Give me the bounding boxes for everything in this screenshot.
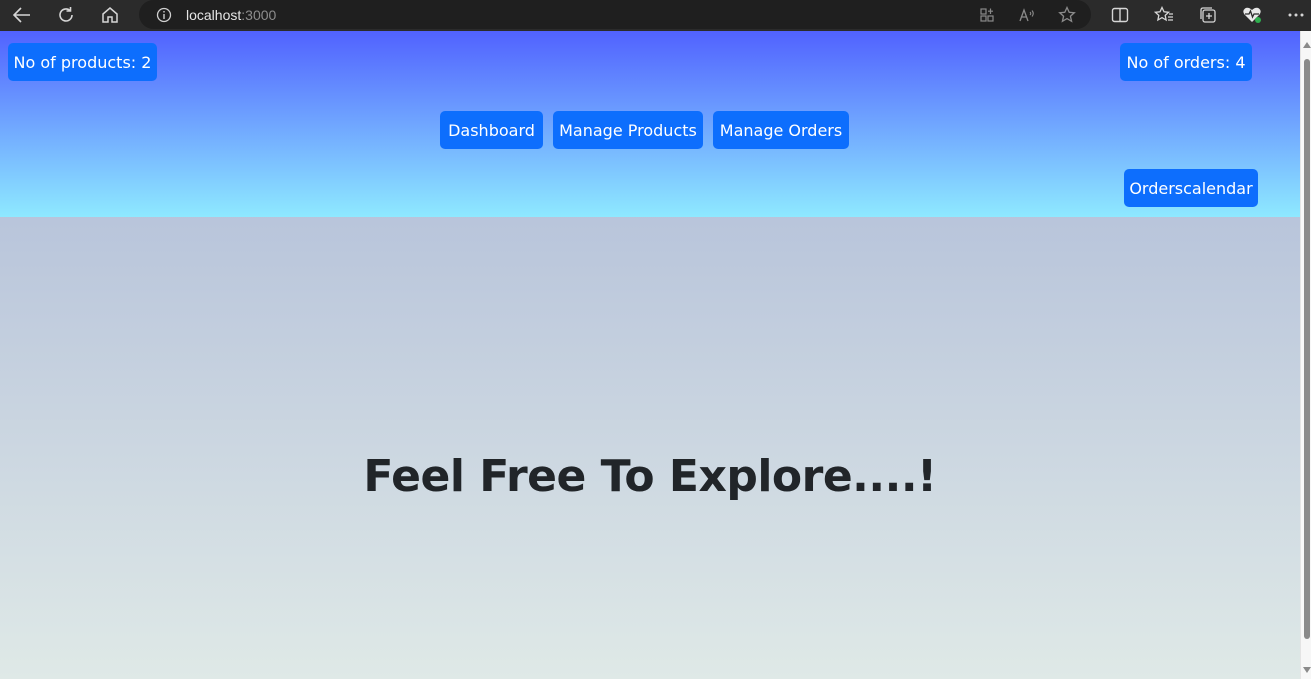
url-host: localhost [186, 6, 242, 23]
scroll-up-arrow-icon[interactable] [1303, 42, 1311, 48]
favorite-star-icon[interactable] [1052, 0, 1082, 29]
page-header: No of products: 2 No of orders: 4 Dashbo… [0, 31, 1300, 217]
page-scrollbar[interactable] [1300, 31, 1311, 679]
orders-count-button[interactable]: No of orders: 4 [1120, 43, 1252, 81]
dashboard-button[interactable]: Dashboard [440, 111, 543, 149]
browser-toolbar: localhost:3000 [0, 0, 1311, 31]
address-bar[interactable]: localhost:3000 [139, 0, 1091, 29]
url-port: :3000 [241, 6, 277, 23]
favorites-icon[interactable] [1149, 0, 1179, 29]
scrollbar-thumb[interactable] [1304, 59, 1310, 639]
health-icon[interactable] [1237, 0, 1267, 29]
home-icon[interactable] [95, 0, 125, 29]
scroll-down-arrow-icon[interactable] [1303, 667, 1311, 673]
collections-icon[interactable] [1193, 0, 1223, 29]
page-viewport: No of products: 2 No of orders: 4 Dashbo… [0, 31, 1300, 679]
products-count-button[interactable]: No of products: 2 [8, 43, 157, 81]
split-screen-icon[interactable] [1105, 0, 1135, 29]
read-aloud-icon[interactable] [1012, 0, 1042, 29]
manage-orders-button[interactable]: Manage Orders [713, 111, 849, 149]
manage-products-button[interactable]: Manage Products [553, 111, 703, 149]
app-available-icon[interactable] [972, 0, 1002, 29]
back-icon[interactable] [7, 0, 37, 29]
page-headline: Feel Free To Explore....! [363, 451, 937, 502]
url-text: localhost:3000 [186, 7, 276, 23]
info-icon[interactable] [155, 6, 172, 23]
refresh-icon[interactable] [51, 0, 81, 29]
more-icon[interactable] [1281, 0, 1311, 29]
orders-calendar-button[interactable]: Orderscalendar [1124, 169, 1258, 207]
